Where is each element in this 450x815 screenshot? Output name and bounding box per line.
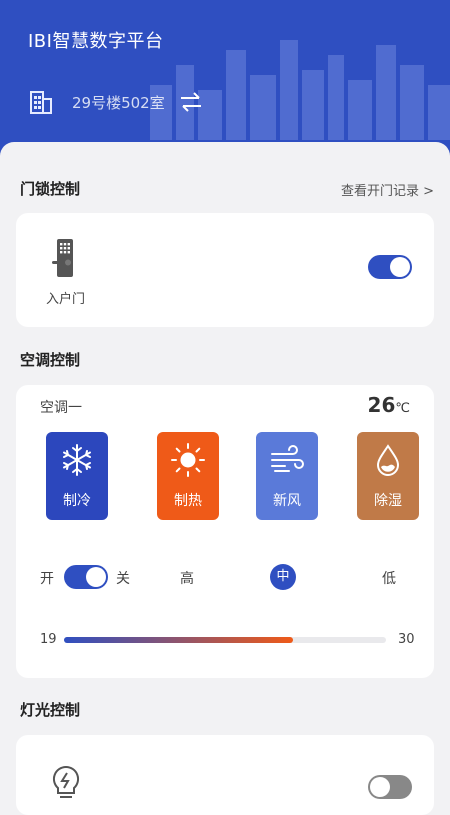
- snowflake-icon: [63, 444, 91, 476]
- light-card: [16, 735, 434, 815]
- mode-dehumidify-button[interactable]: 除湿: [357, 432, 419, 520]
- light-section-title: 灯光控制: [20, 701, 81, 719]
- mode-cool-label: 制冷: [63, 493, 91, 509]
- droplet-icon: [376, 444, 400, 476]
- sun-icon: [171, 443, 205, 477]
- power-off-label: 关: [116, 571, 130, 587]
- power-on-label: 开: [40, 571, 54, 587]
- mode-fresh-air-button[interactable]: 新风: [256, 432, 318, 520]
- door-label: 入户门: [46, 292, 86, 307]
- swap-icon[interactable]: [179, 91, 203, 113]
- app-title: IBI智慧数字平台: [28, 31, 164, 52]
- building-icon: [30, 91, 52, 114]
- door-lock-card: 入户门: [16, 213, 434, 327]
- mode-heat-label: 制热: [174, 493, 202, 509]
- mode-cool-button[interactable]: 制冷: [46, 432, 108, 520]
- ac-power-toggle[interactable]: [64, 565, 108, 589]
- ac-card: 空调一 26℃ 制冷 制热 新风 除湿 开 关 高 中 低 19 30: [16, 385, 434, 678]
- temperature-value: 26: [367, 393, 396, 417]
- toggle-knob: [86, 567, 106, 587]
- toggle-knob: [390, 257, 410, 277]
- temp-range-max: 30: [398, 632, 415, 647]
- temperature-slider[interactable]: [64, 637, 386, 643]
- door-section-title: 门锁控制: [20, 180, 81, 198]
- temperature-unit: ℃: [395, 401, 410, 416]
- city-skyline-decoration: [150, 40, 450, 140]
- mode-fresh-air-label: 新风: [273, 493, 301, 509]
- ac-unit-name: 空调一: [40, 400, 82, 416]
- mode-heat-button[interactable]: 制热: [157, 432, 219, 520]
- room-label[interactable]: 29号楼502室: [72, 92, 165, 113]
- mode-dehumidify-label: 除湿: [374, 493, 402, 509]
- temperature-display: 26℃: [368, 393, 410, 417]
- door-lock-icon: [52, 239, 73, 277]
- temp-range-min: 19: [40, 632, 57, 647]
- fan-speed-high[interactable]: 高: [180, 568, 194, 588]
- fan-speed-mid-selected[interactable]: 中: [270, 564, 296, 590]
- ac-section-title: 空调控制: [20, 351, 81, 369]
- light-toggle[interactable]: [368, 775, 412, 799]
- wind-icon: [271, 445, 304, 472]
- lightbulb-icon: [52, 765, 80, 798]
- door-lock-toggle[interactable]: [368, 255, 412, 279]
- fan-speed-low[interactable]: 低: [382, 568, 396, 588]
- content-panel: 门锁控制 查看开门记录 > 入户门 空调控制 空调一 26℃ 制冷 制热 新风 …: [0, 142, 450, 815]
- temperature-slider-fill: [64, 637, 293, 643]
- header-banner: IBI智慧数字平台 29号楼502室: [0, 0, 450, 160]
- door-records-link[interactable]: 查看开门记录 >: [341, 180, 434, 199]
- toggle-knob: [370, 777, 390, 797]
